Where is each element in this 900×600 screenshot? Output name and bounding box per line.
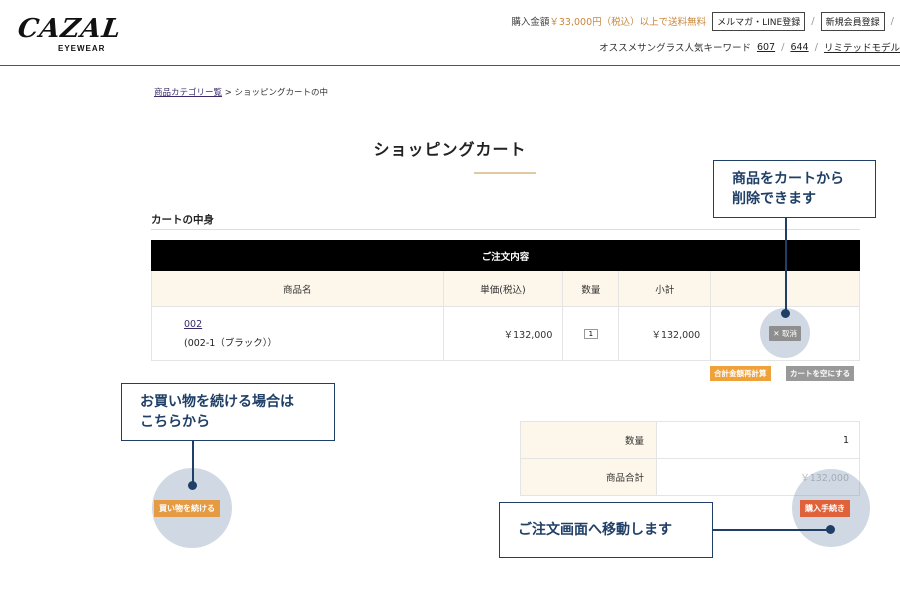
callout-continue: お買い物を続ける場合は こちらから [121,383,335,441]
promo-amount: ￥33,000円（税込）以上で送料無料 [549,17,707,28]
product-variant: (002-1（ブラック）） [184,337,278,349]
cart-section-label: カートの中身 [151,214,214,226]
promo-prefix: 購入金額 [511,17,550,28]
keyword-link[interactable]: リミテッドモデル [824,40,900,54]
section-divider [151,229,860,230]
checkout-button[interactable]: 購入手続き [800,500,850,517]
table-row: 002 (002-1（ブラック）） ￥132,000 ￥132,000 ✕ 取消 [151,306,860,361]
callout-marker [781,309,790,318]
callout-text: 商品をカートから [732,171,844,187]
callout-connector [713,529,831,531]
continue-shopping-button[interactable]: 買い物を続ける [154,500,220,517]
breadcrumb: 商品カテゴリー覧 > ショッピングカートの中 [154,86,328,98]
quantity-cell [562,306,620,361]
header-quantity: 数量 [562,270,620,307]
keyword-link[interactable]: 607 [757,42,775,53]
newsletter-line-link[interactable]: メルマガ・LINE登録 [712,11,806,31]
register-link[interactable]: 新規会員登録 [820,11,885,31]
quantity-input[interactable] [583,329,598,339]
callout-marker [826,525,835,534]
logo-wordmark: CAZAL [15,14,124,44]
recalculate-button[interactable]: 合計金額再計算 [710,366,771,381]
callout-text: こちらから [140,414,210,430]
cart-table: ご注文内容 商品名 単価(税込) 数量 小計 002 (002-1（ブラック））… [151,240,860,361]
logo-subtitle: EYEWEAR [58,44,106,53]
separator: / [781,41,785,53]
remove-item-button[interactable]: ✕ 取消 [769,326,801,341]
empty-cart-button[interactable]: カートを空にする [786,366,855,381]
cart-header-row: 商品名 単価(税込) 数量 小計 [151,270,860,307]
summary-total-label: 商品合計 [520,458,657,496]
title-underline [474,172,536,174]
summary-row: 数量 1 [520,421,860,459]
callout-connector [192,441,194,486]
callout-checkout: ご注文画面へ移動します [499,502,713,558]
subtotal: ￥132,000 [618,306,712,361]
callout-text: お買い物を続ける場合は [140,394,294,410]
callout-marker [188,481,197,490]
cart-caption-row: ご注文内容 [151,240,860,271]
callout-text: 削除できます [732,191,816,207]
separator: / [890,15,894,27]
summary-qty-value: 1 [656,421,860,459]
separator: / [811,15,815,27]
keyword-label: オススメサングラス人気キーワード [599,43,751,54]
header-product-name: 商品名 [151,270,444,307]
page-title: ショッピングカート [373,140,527,159]
callout-text: ご注文画面へ移動します [518,522,672,538]
promo-row: 購入金額￥33,000円（税込）以上で送料無料 メルマガ・LINE登録 / 新規… [511,11,900,31]
free-shipping-notice: 購入金額￥33,000円（税込）以上で送料無料 [511,14,706,28]
callout-remove: 商品をカートから 削除できます [713,160,876,218]
site-header: CAZAL EYEWEAR 購入金額￥33,000円（税込）以上で送料無料 メル… [0,0,900,66]
unit-price: ￥132,000 [442,306,564,361]
breadcrumb-current: ショッピングカートの中 [234,88,329,98]
header-unit-price: 単価(税込) [442,270,564,307]
keyword-row: オススメサングラス人気キーワード 607 / 644 / リミテッドモデル [599,40,900,55]
separator: / [814,41,818,53]
header-subtotal: 小計 [618,270,712,307]
keyword-link[interactable]: 644 [790,42,808,53]
callout-connector [785,218,787,312]
summary-qty-label: 数量 [520,421,657,459]
brand-logo[interactable]: CAZAL EYEWEAR [16,14,124,56]
breadcrumb-separator: > [224,88,232,98]
cart-caption: ご注文内容 [151,240,860,271]
product-name-cell: 002 (002-1（ブラック）） [151,306,444,361]
breadcrumb-category-link[interactable]: 商品カテゴリー覧 [154,88,222,98]
product-link[interactable]: 002 [184,319,443,330]
